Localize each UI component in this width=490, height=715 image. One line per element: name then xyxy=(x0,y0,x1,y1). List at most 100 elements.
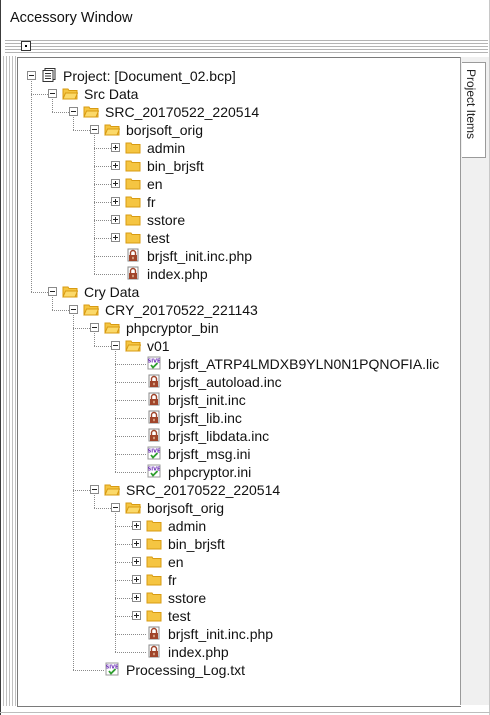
tree-node-label: index.php xyxy=(147,266,208,282)
project-tree: Project: [Document_02.bcp] Src Data SRC_20… xyxy=(17,57,461,707)
tree-connector-v xyxy=(52,99,54,112)
tree-connector-h xyxy=(115,598,132,600)
tree-connector-h xyxy=(115,544,132,546)
toolbar-grip xyxy=(5,40,488,54)
tree-connector-h xyxy=(115,454,146,456)
folder-icon xyxy=(125,230,141,244)
tree-node-label: test xyxy=(168,608,191,624)
locked-file-icon xyxy=(125,248,141,262)
collapse-toggle[interactable] xyxy=(111,503,120,512)
expand-toggle[interactable] xyxy=(132,611,141,620)
collapse-toggle[interactable] xyxy=(48,89,57,98)
tree-connector-v xyxy=(94,333,96,346)
tree-connector-h xyxy=(115,580,132,582)
tree-node-label: brjsft_libdata.inc xyxy=(168,428,270,444)
folder-open-icon xyxy=(104,482,121,496)
tab-project-items[interactable]: Project Items xyxy=(462,62,486,158)
tree-node-label: Processing_Log.txt xyxy=(126,662,246,678)
tree-node-label: index.php xyxy=(168,644,229,660)
expand-toggle[interactable] xyxy=(111,215,120,224)
folder-open-icon xyxy=(83,104,100,118)
tree-node-label: CRY_20170522_221143 xyxy=(105,302,258,318)
collapse-toggle[interactable] xyxy=(111,341,120,350)
tab-project-items-label: Project Items xyxy=(464,69,478,140)
tree-connector-h xyxy=(115,616,132,618)
tree-node-label: admin xyxy=(168,518,207,534)
tree-connector-h xyxy=(94,274,125,276)
svg-text:SIVE: SIVE xyxy=(148,359,161,365)
expand-toggle[interactable] xyxy=(111,179,120,188)
signed-file-icon: SIVE xyxy=(146,356,162,370)
tree-node-label: Cry Data xyxy=(84,284,140,300)
tree-node-label: phpcryptor.ini xyxy=(168,464,252,480)
tree-node-label: phpcryptor_bin xyxy=(126,320,219,336)
tree-node-label: fr xyxy=(168,572,177,588)
svg-text:SIVE: SIVE xyxy=(148,449,161,455)
collapse-toggle[interactable] xyxy=(27,71,36,80)
folder-open-icon xyxy=(125,338,142,352)
tree-node-label: borjsoft_orig xyxy=(126,122,204,138)
tree-node-label: bin_brjsft xyxy=(147,158,204,174)
signed-file-icon: SIVE xyxy=(146,446,162,460)
folder-icon xyxy=(125,212,141,226)
signed-file-icon: SIVE xyxy=(104,662,120,676)
collapse-toggle[interactable] xyxy=(69,305,78,314)
collapse-toggle[interactable] xyxy=(90,125,99,134)
tree-connector-h xyxy=(31,292,48,294)
tree-node-label: en xyxy=(168,554,184,570)
tree-connector-h xyxy=(73,490,90,492)
tree-connector-h xyxy=(73,670,104,672)
window-bottom-border xyxy=(0,712,490,713)
window-title: Accessory Window xyxy=(10,10,133,26)
tree-connector-h xyxy=(94,166,111,168)
folder-open-icon xyxy=(62,86,79,100)
tree-connector-h xyxy=(94,256,125,258)
folder-icon xyxy=(125,176,141,190)
tree-connector-h xyxy=(73,328,90,330)
collapse-button[interactable] xyxy=(21,41,31,51)
folder-icon xyxy=(146,608,162,622)
collapse-toggle[interactable] xyxy=(90,485,99,494)
collapse-toggle[interactable] xyxy=(90,323,99,332)
tree-node-label: brjsft_init.inc.php xyxy=(168,626,274,642)
tree-node-label: brjsft_autoload.inc xyxy=(168,374,282,390)
collapse-toggle[interactable] xyxy=(48,287,57,296)
expand-toggle[interactable] xyxy=(111,143,120,152)
tree-node-label: brjsft_ATRP4LMDXB9YLN0N1PQNOFIA.lic xyxy=(168,356,440,372)
tree-node-label: fr xyxy=(147,194,156,210)
folder-open-icon xyxy=(125,500,142,514)
tree-connector-h xyxy=(115,418,146,420)
tree-connector-v xyxy=(115,513,117,652)
tree-connector-h xyxy=(94,202,111,204)
tree-node-label: bin_brjsft xyxy=(168,536,225,552)
expand-toggle[interactable] xyxy=(132,575,141,584)
tree-node-label: sstore xyxy=(168,590,207,606)
folder-open-icon xyxy=(104,122,121,136)
expand-toggle[interactable] xyxy=(132,557,141,566)
folder-icon xyxy=(146,572,162,586)
folder-open-icon xyxy=(104,320,121,334)
left-grip-strip xyxy=(3,56,17,706)
folder-open-icon xyxy=(83,302,100,316)
tree-connector-h xyxy=(94,508,111,510)
folder-open-icon xyxy=(62,284,79,298)
tree-connector-h xyxy=(94,184,111,186)
collapse-toggle[interactable] xyxy=(69,107,78,116)
tree-connector-h xyxy=(52,310,69,312)
expand-toggle[interactable] xyxy=(132,539,141,548)
tree-connector-h xyxy=(115,400,146,402)
tree-node-label: test xyxy=(147,230,170,246)
tree-node-label: admin xyxy=(147,140,186,156)
tree-connector-h xyxy=(94,346,111,348)
expand-toggle[interactable] xyxy=(132,521,141,530)
expand-toggle[interactable] xyxy=(111,161,120,170)
tree-connector-v xyxy=(94,135,96,274)
tree-connector-h xyxy=(115,562,132,564)
tree-node-label: SRC_20170522_220514 xyxy=(105,104,260,120)
expand-toggle[interactable] xyxy=(111,233,120,242)
expand-toggle[interactable] xyxy=(111,197,120,206)
tree-connector-h xyxy=(115,472,146,474)
expand-toggle[interactable] xyxy=(132,593,141,602)
tree-node-label: brjsft_msg.ini xyxy=(168,446,251,462)
tree-connector-v xyxy=(73,117,75,130)
